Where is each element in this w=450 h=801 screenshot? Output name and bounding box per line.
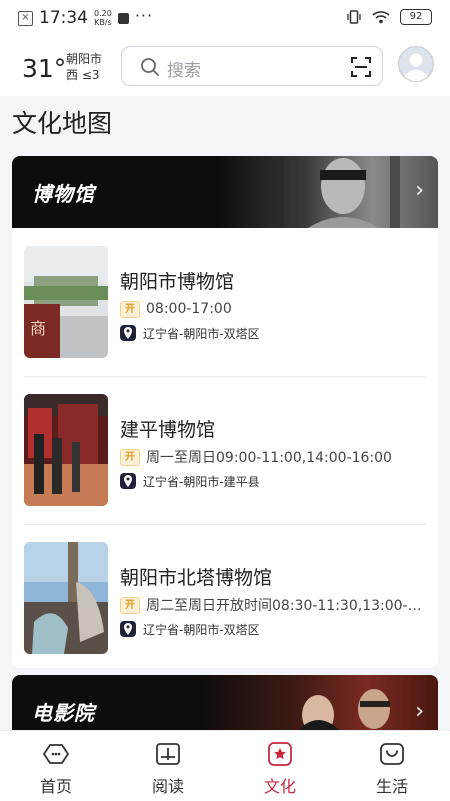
tab-home-label: 首页 (39, 777, 72, 796)
museum-address: 辽宁省-朝阳市-双塔区 (143, 326, 260, 341)
tab-home[interactable]: 首页 (0, 731, 112, 801)
svg-text:商: 商 (30, 319, 46, 338)
book-icon (156, 743, 180, 765)
avatar[interactable] (398, 46, 434, 82)
opening-hours: 周二至周日开放时间08:30-11:30,13:00-… (146, 598, 422, 614)
open-hours-icon: 开 (120, 300, 140, 318)
weather-wind: 西 ≤3 (66, 68, 100, 82)
tab-culture-label: 文化 (263, 777, 296, 796)
museum-thumbnail: 商 (24, 246, 108, 358)
opening-hours: 08:00-17:00 (146, 301, 232, 317)
museum-list-item[interactable]: 商 朝阳市博物馆 开 08:00-17:00 辽宁省-朝阳市-双塔区 (24, 246, 426, 364)
app-notification-icon (117, 12, 129, 24)
museum-section-title: 博物馆 (32, 182, 95, 206)
open-hours-icon: 开 (120, 596, 140, 614)
avatar-icon (403, 53, 429, 81)
battery-icon: 92 (400, 9, 432, 25)
status-time: 17:34 (39, 8, 88, 28)
museum-name: 朝阳市北塔博物馆 (120, 567, 273, 589)
temperature: 31° (22, 54, 67, 83)
museum-list-item[interactable]: 建平博物馆 开 周一至周日09:00-11:00,14:00-16:00 辽宁省… (24, 394, 426, 512)
chevron-right-icon[interactable]: › (415, 699, 424, 724)
status-bar: × 17:34 0.20 KB/s ··· 92 (0, 0, 450, 36)
cinema-section-title: 电影院 (32, 701, 95, 725)
weather-detail[interactable]: 朝阳市 西 ≤3 (66, 51, 102, 83)
home-icon (43, 744, 69, 764)
cinema-banner[interactable]: 电影院 › (12, 675, 438, 735)
culture-icon (268, 742, 292, 766)
tab-reading-label: 阅读 (151, 777, 184, 796)
statue-image (278, 156, 400, 228)
museum-thumbnail (24, 542, 108, 654)
search-icon (141, 58, 159, 76)
museum-section-card: 博物馆 › 商 朝阳市博物馆 开 08:00-17:00 辽宁省-朝阳市-双塔区 (12, 156, 438, 668)
tab-culture[interactable]: 文化 (224, 731, 336, 801)
museum-name: 建平博物馆 (120, 419, 216, 441)
tab-life-label: 生活 (375, 777, 408, 796)
page-title: 文化地图 (12, 109, 113, 138)
scan-icon[interactable] (350, 56, 372, 78)
weather-city: 朝阳市 (66, 52, 103, 66)
divider (24, 376, 426, 377)
search-placeholder: 搜索 (167, 61, 201, 81)
location-pin-icon (120, 621, 136, 637)
net-speed: 0.20 KB/s (94, 9, 112, 27)
museum-banner-image (218, 156, 438, 228)
tab-reading[interactable]: 阅读 (112, 731, 224, 801)
museum-address: 辽宁省-朝阳市-双塔区 (143, 622, 260, 637)
tab-life[interactable]: 生活 (336, 731, 448, 801)
location-pin-icon (120, 325, 136, 341)
museum-name: 朝阳市博物馆 (120, 271, 235, 293)
opening-hours: 周一至周日09:00-11:00,14:00-16:00 (146, 450, 392, 466)
museum-address: 辽宁省-朝阳市-建平县 (143, 474, 260, 489)
museum-banner[interactable]: 博物馆 › (12, 156, 438, 228)
open-hours-icon: 开 (120, 448, 140, 466)
notification-icon: × (18, 10, 33, 26)
life-bag-icon (380, 743, 404, 765)
museum-list-item[interactable]: 朝阳市北塔博物馆 开 周二至周日开放时间08:30-11:30,13:00-… … (24, 542, 426, 660)
cinema-banner-image (198, 675, 438, 735)
museum-thumbnail (24, 394, 108, 506)
location-pin-icon (120, 473, 136, 489)
more-notifications-icon: ··· (134, 5, 154, 25)
divider (24, 524, 426, 525)
search-input[interactable]: 搜索 (121, 46, 383, 86)
top-header: 31° 朝阳市 西 ≤3 搜索 (0, 36, 450, 96)
vibrate-icon (347, 10, 361, 24)
bottom-tab-bar: 首页 阅读 文化 生活 (0, 730, 450, 801)
chevron-right-icon[interactable]: › (415, 178, 424, 203)
wifi-icon (372, 11, 390, 24)
